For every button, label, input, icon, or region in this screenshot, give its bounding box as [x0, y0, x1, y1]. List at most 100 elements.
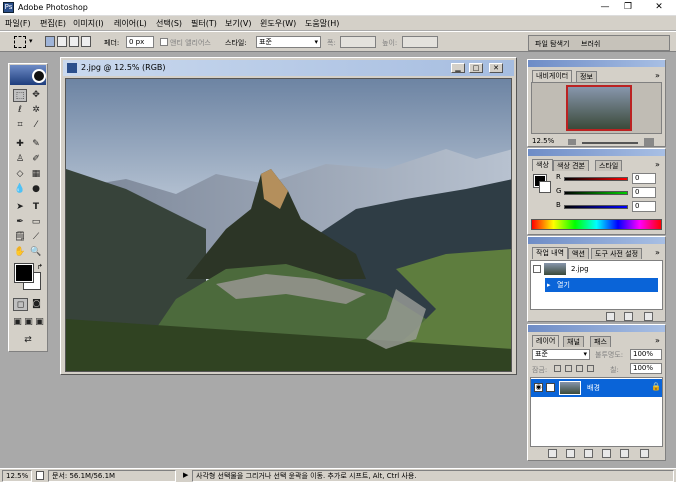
- lock-position-icon[interactable]: [576, 365, 583, 372]
- panel-header[interactable]: [528, 325, 665, 332]
- link-layers-icon[interactable]: [548, 449, 557, 458]
- magic-wand-tool-icon[interactable]: ✲: [29, 104, 43, 117]
- menu-file[interactable]: 파일(F): [5, 18, 31, 29]
- history-snapshot[interactable]: 2.jpg: [531, 262, 662, 276]
- navigator-zoom[interactable]: 12.5%: [532, 137, 554, 145]
- menu-select[interactable]: 선택(S): [156, 18, 182, 29]
- document-title-bar[interactable]: 2.jpg @ 12.5% (RGB) ▁ □ ✕: [63, 60, 514, 76]
- fill-input[interactable]: 100%: [630, 363, 662, 374]
- minimize-button[interactable]: —: [598, 2, 612, 13]
- trash-icon[interactable]: [640, 449, 649, 458]
- slice-tool-icon[interactable]: ⁄: [29, 119, 43, 132]
- height-input[interactable]: [402, 36, 438, 48]
- file-browser-tab[interactable]: 파일 탐색기: [535, 39, 569, 49]
- history-brush-tool-icon[interactable]: ✐: [29, 153, 43, 166]
- menu-image[interactable]: 이미지(I): [73, 18, 104, 29]
- layer-style-icon[interactable]: [566, 449, 575, 458]
- imageready-jump-icon[interactable]: ⇄: [13, 334, 43, 347]
- channel-r-slider[interactable]: [564, 177, 628, 181]
- new-layer-icon[interactable]: [620, 449, 629, 458]
- tab-tool-presets[interactable]: 도구 사전 설정: [591, 248, 643, 259]
- brush-tool-icon[interactable]: ✎: [29, 138, 43, 151]
- eyedropper-tool-icon[interactable]: ⟋: [29, 231, 43, 244]
- dodge-tool-icon[interactable]: ●: [29, 183, 43, 196]
- swap-colors-icon[interactable]: ↱: [37, 263, 43, 271]
- zoom-in-icon[interactable]: [644, 138, 654, 146]
- type-tool-icon[interactable]: T: [29, 201, 43, 214]
- history-brush-source-icon[interactable]: [533, 265, 541, 273]
- crop-tool-icon[interactable]: ⌗: [13, 119, 27, 132]
- panel-menu-icon[interactable]: »: [655, 71, 660, 80]
- new-document-from-state-icon[interactable]: [606, 312, 615, 321]
- photoshop-eye-icon[interactable]: [32, 69, 46, 83]
- navigator-preview[interactable]: [531, 82, 662, 134]
- add-selection-icon[interactable]: [57, 36, 67, 47]
- tab-history[interactable]: 작업 내역: [532, 247, 568, 259]
- intersect-selection-icon[interactable]: [81, 36, 91, 47]
- shape-tool-icon[interactable]: ▭: [29, 216, 43, 229]
- tab-navigator[interactable]: 내비게이터: [532, 70, 573, 82]
- channel-g-value[interactable]: 0: [632, 187, 656, 198]
- lock-pixels-icon[interactable]: [565, 365, 572, 372]
- channel-b-slider[interactable]: [564, 205, 628, 209]
- eraser-tool-icon[interactable]: ◇: [13, 168, 27, 181]
- tab-styles[interactable]: 스타일: [595, 160, 623, 171]
- menu-window[interactable]: 윈도우(W): [260, 18, 296, 29]
- zoom-slider[interactable]: [582, 142, 638, 144]
- screen-mode-full-menu-icon[interactable]: ▣: [23, 316, 34, 329]
- history-item-open[interactable]: ▸ 열기: [545, 278, 658, 292]
- opacity-input[interactable]: 100%: [630, 349, 662, 360]
- notes-tool-icon[interactable]: 🗒: [13, 231, 27, 244]
- tab-paths[interactable]: 패스: [590, 336, 611, 347]
- gradient-tool-icon[interactable]: ▦: [29, 168, 43, 181]
- screen-mode-full-icon[interactable]: ▣: [34, 316, 45, 329]
- status-doc-info[interactable]: 문서: 56.1M/56.1M: [48, 470, 176, 482]
- eye-icon[interactable]: ◉: [534, 383, 543, 392]
- play-arrow-icon[interactable]: ▶: [183, 471, 188, 479]
- chevron-down-icon[interactable]: ▾: [29, 37, 33, 45]
- maximize-button[interactable]: ❐: [621, 2, 635, 13]
- tab-layers[interactable]: 레이어: [532, 335, 560, 347]
- channel-r-value[interactable]: 0: [632, 173, 656, 184]
- quick-mask-mode-icon[interactable]: ◙: [29, 298, 44, 311]
- channel-g-slider[interactable]: [564, 191, 628, 195]
- menu-help[interactable]: 도움말(H): [305, 18, 339, 29]
- new-selection-icon[interactable]: [45, 36, 55, 47]
- brush-link-icon[interactable]: [546, 383, 555, 392]
- doc-minimize-button[interactable]: ▁: [451, 63, 465, 73]
- close-button[interactable]: ✕: [652, 2, 666, 13]
- panel-menu-icon[interactable]: »: [655, 336, 660, 345]
- move-tool-icon[interactable]: ✥: [29, 89, 43, 102]
- marquee-preset-icon[interactable]: [14, 36, 26, 48]
- pen-tool-icon[interactable]: ✒: [13, 216, 27, 229]
- standard-mode-icon[interactable]: ◻: [13, 298, 28, 311]
- status-zoom[interactable]: 12.5%: [2, 470, 32, 482]
- blur-tool-icon[interactable]: 💧: [13, 183, 27, 196]
- new-fill-layer-icon[interactable]: [602, 449, 611, 458]
- navigator-thumbnail[interactable]: [566, 85, 632, 131]
- menu-edit[interactable]: 편집(E): [40, 18, 66, 29]
- lock-all-icon[interactable]: [587, 365, 594, 372]
- panel-menu-icon[interactable]: »: [655, 160, 660, 169]
- blend-mode-select[interactable]: 표준 ▾: [532, 349, 590, 360]
- doc-maximize-button[interactable]: □: [469, 63, 483, 73]
- color-spectrum-bar[interactable]: [531, 219, 662, 230]
- clone-stamp-tool-icon[interactable]: ♙: [13, 153, 27, 166]
- subtract-selection-icon[interactable]: [69, 36, 79, 47]
- layer-mask-icon[interactable]: [584, 449, 593, 458]
- foreground-color-swatch[interactable]: [14, 263, 34, 283]
- document-canvas[interactable]: [65, 78, 512, 372]
- layer-row[interactable]: ◉ 배경 🔒: [531, 379, 662, 397]
- new-snapshot-icon[interactable]: [624, 312, 633, 321]
- tab-actions[interactable]: 액션: [568, 248, 589, 259]
- lasso-tool-icon[interactable]: ℓ: [13, 104, 27, 117]
- channel-b-value[interactable]: 0: [632, 201, 656, 212]
- menu-filter[interactable]: 필터(T): [191, 18, 217, 29]
- path-selection-tool-icon[interactable]: ➤: [13, 201, 27, 214]
- tab-channels[interactable]: 채널: [563, 336, 584, 347]
- panel-menu-icon[interactable]: »: [655, 248, 660, 257]
- zoom-out-icon[interactable]: [568, 139, 576, 145]
- brushes-tab[interactable]: 브러쉬: [581, 39, 600, 49]
- panel-header[interactable]: [528, 237, 665, 244]
- doc-close-button[interactable]: ✕: [489, 63, 503, 73]
